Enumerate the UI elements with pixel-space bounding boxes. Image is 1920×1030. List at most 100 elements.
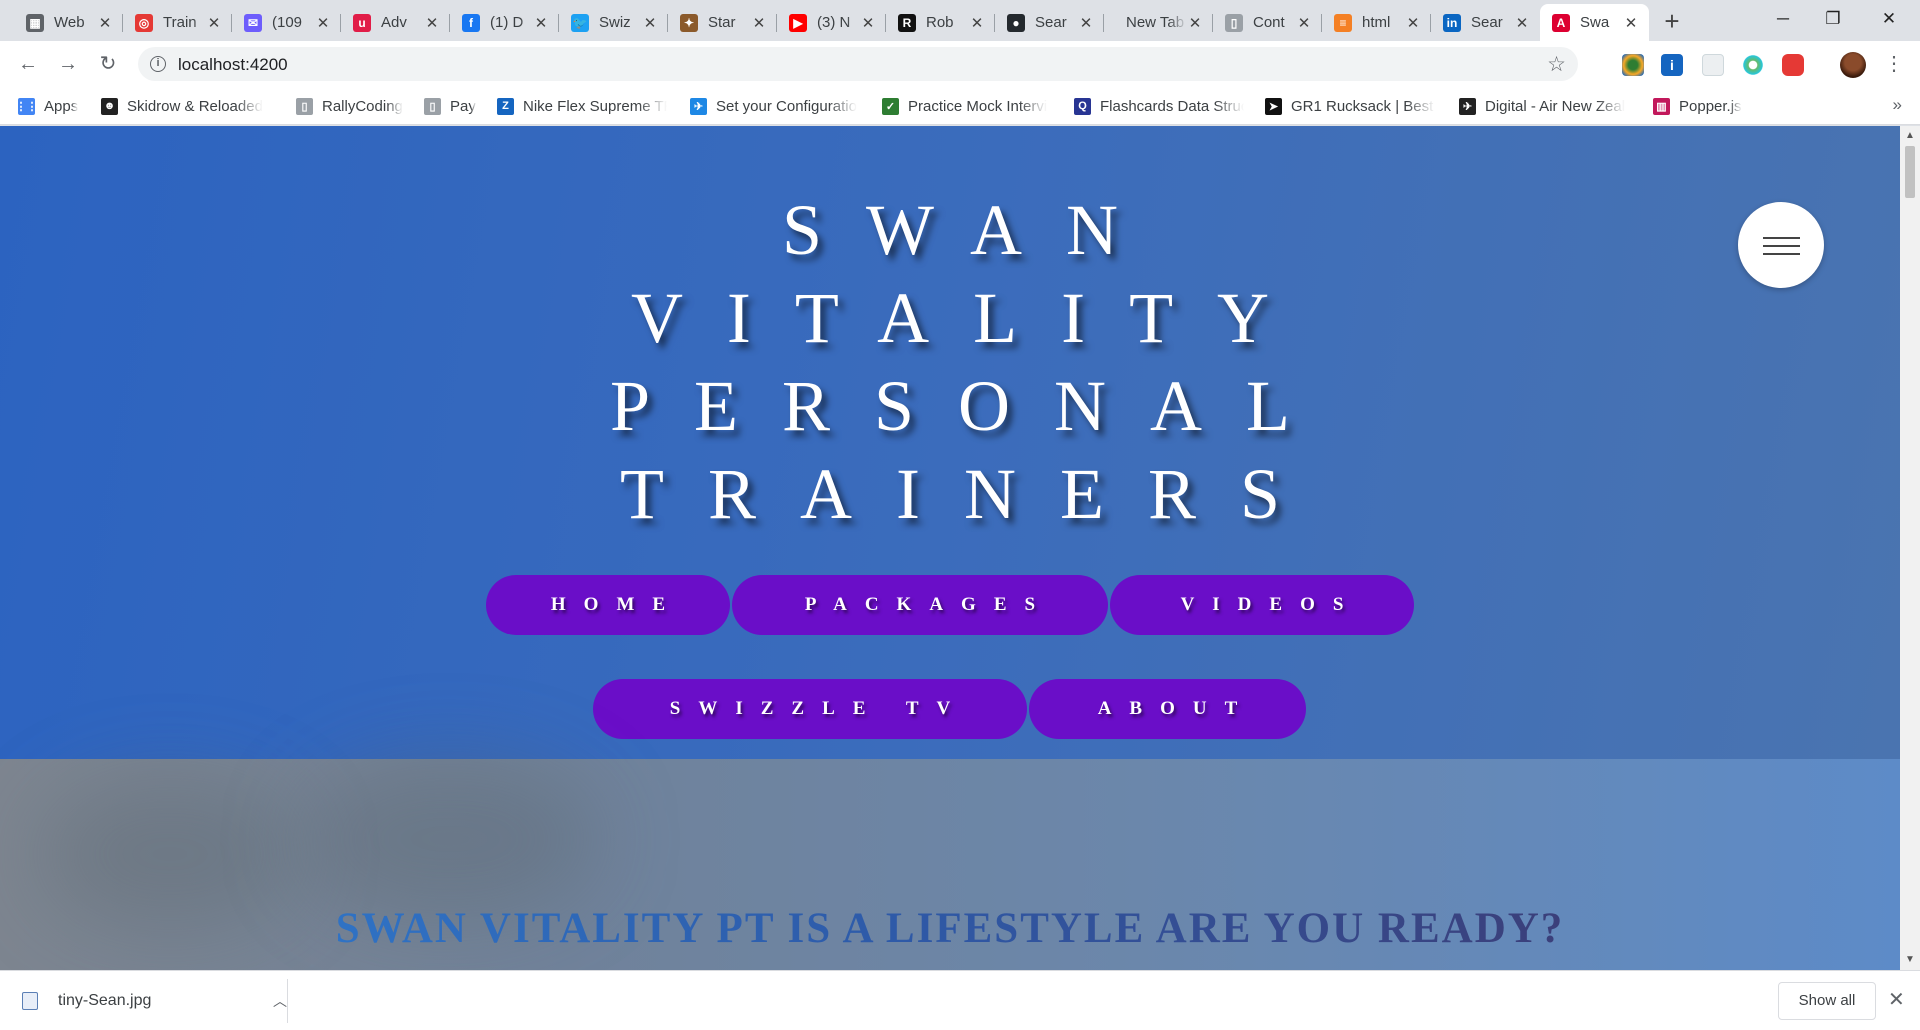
tab-close-icon[interactable]: ✕ <box>1405 14 1421 32</box>
bookmark-item[interactable]: ▯ RallyCoding <box>296 95 403 117</box>
tab-close-icon[interactable]: ✕ <box>1187 14 1203 32</box>
browser-tab[interactable]: ▦ Web ✕ <box>14 4 123 41</box>
bookmark-item[interactable]: ✈ Digital - Air New Zeal <box>1459 95 1625 117</box>
site-title-line: VITALITY <box>630 278 1314 358</box>
hamburger-line-icon <box>1763 237 1800 239</box>
bookmark-item[interactable]: ▯ Pay <box>424 95 476 117</box>
browser-tab[interactable]: R Rob ✕ <box>886 4 995 41</box>
forward-button[interactable]: → <box>52 48 84 80</box>
minimize-button[interactable]: ─ <box>1760 0 1806 38</box>
tab-close-icon[interactable]: ✕ <box>97 14 113 32</box>
tab-close-icon[interactable]: ✕ <box>424 14 440 32</box>
site-info-icon[interactable]: i <box>150 56 166 72</box>
extension-red-icon[interactable] <box>1782 54 1804 76</box>
profile-avatar[interactable] <box>1840 52 1866 78</box>
browser-menu-icon[interactable]: ⋮ <box>1884 51 1904 77</box>
tab-title: (3) N <box>817 14 851 31</box>
bookmark-item[interactable]: ✓ Practice Mock Intervi <box>882 95 1047 117</box>
tab-title: Rob <box>926 14 954 31</box>
tab-close-icon[interactable]: ✕ <box>969 14 985 32</box>
extension-globe-icon[interactable] <box>1622 54 1644 76</box>
bookmark-favicon-icon: ▥ <box>1653 97 1670 115</box>
nav-swizzle-tv-button[interactable]: SWIZZLE TV <box>593 679 1027 739</box>
scroll-down-icon[interactable]: ▼ <box>1905 954 1915 965</box>
tab-favicon-icon: 🐦 <box>571 13 589 32</box>
tab-favicon-icon: R <box>898 13 916 32</box>
bookmark-star-icon[interactable]: ☆ <box>1547 52 1566 77</box>
bookmark-item[interactable]: ☻ Skidrow & Reloaded <box>101 95 263 117</box>
tab-close-icon[interactable]: ✕ <box>860 14 876 32</box>
browser-tab[interactable]: f (1) D ✕ <box>450 4 559 41</box>
download-bar: tiny-Sean.jpg ︿ Show all ✕ <box>0 970 1920 1030</box>
bookmark-item[interactable]: ➤ GR1 Rucksack | Best C <box>1265 95 1435 117</box>
close-icon[interactable]: ✕ <box>1888 987 1905 1012</box>
tab-title: Star <box>708 14 736 31</box>
maximize-button[interactable]: ❐ <box>1810 0 1856 38</box>
show-all-button[interactable]: Show all <box>1778 982 1876 1020</box>
tab-title: Web <box>54 14 85 31</box>
tab-close-icon[interactable]: ✕ <box>1078 14 1094 32</box>
tab-close-icon[interactable]: ✕ <box>315 14 331 32</box>
browser-tab[interactable]: ◎ Train ✕ <box>123 4 232 41</box>
browser-tab[interactable]: ✦ Star ✕ <box>668 4 777 41</box>
bookmark-favicon-icon: Q <box>1074 97 1091 115</box>
nav-about-button[interactable]: ABOUT <box>1029 679 1306 739</box>
new-tab-button[interactable]: + <box>1656 6 1688 38</box>
bookmark-item[interactable]: ⋮⋮ Apps <box>16 95 79 117</box>
tab-close-icon[interactable]: ✕ <box>1514 14 1530 32</box>
browser-tab[interactable]: ✉ (109 ✕ <box>232 4 341 41</box>
more-bookmarks-icon[interactable]: » <box>1893 95 1902 115</box>
bookmark-item[interactable]: Q Flashcards Data Struc <box>1074 95 1244 117</box>
hamburger-menu-button[interactable] <box>1738 202 1824 288</box>
reload-button[interactable]: ↻ <box>92 48 124 80</box>
bookmark-item[interactable]: Z Nike Flex Supreme TR <box>497 95 667 117</box>
bookmark-favicon-icon: ▯ <box>424 97 441 115</box>
bookmark-label: Set your Configuratio <box>716 97 857 115</box>
address-bar[interactable]: i localhost:4200 ☆ <box>138 47 1578 81</box>
browser-tab[interactable]: ≡ html ✕ <box>1322 4 1431 41</box>
bookmark-favicon-icon: ✈ <box>1459 97 1476 115</box>
scrollbar-thumb[interactable] <box>1905 146 1915 198</box>
bookmark-label: GR1 Rucksack | Best C <box>1291 97 1435 115</box>
bookmark-item[interactable]: ▥ Popper.js <box>1653 95 1742 117</box>
nav-home-button[interactable]: HOME <box>486 575 730 635</box>
bookmark-label: Practice Mock Intervi <box>908 97 1048 115</box>
bookmark-label: Apps <box>44 97 79 115</box>
tab-title: Cont <box>1253 14 1285 31</box>
nav-videos-button[interactable]: VIDEOS <box>1110 575 1414 635</box>
browser-tab[interactable]: ▶ (3) N ✕ <box>777 4 886 41</box>
tab-favicon-icon: ▶ <box>789 13 807 32</box>
browser-tab[interactable]: New Tab ✕ <box>1104 4 1213 41</box>
browser-tab[interactable]: 🐦 Swiz ✕ <box>559 4 668 41</box>
tab-close-icon[interactable]: ✕ <box>751 14 767 32</box>
tab-favicon-icon: u <box>353 13 371 32</box>
extension-target-icon[interactable] <box>1742 54 1764 76</box>
site-title: SWAN VITALITY PERSONAL TRAINERS <box>0 186 1900 538</box>
back-button[interactable]: ← <box>12 48 44 80</box>
tab-close-icon[interactable]: ✕ <box>642 14 658 32</box>
tab-title: Swa <box>1580 14 1610 31</box>
tab-close-icon[interactable]: ✕ <box>533 14 549 32</box>
tab-title: (109 <box>272 14 303 31</box>
browser-tab[interactable]: A Swa ✕ <box>1540 4 1649 41</box>
tab-close-icon[interactable]: ✕ <box>1296 14 1312 32</box>
bookmarks-bar: » ⋮⋮ Apps ☻ Skidrow & Reloaded ▯ RallyCoding ▯… <box>0 87 1920 125</box>
browser-tab[interactable]: ● Sear ✕ <box>995 4 1104 41</box>
browser-tab[interactable]: u Adv ✕ <box>341 4 450 41</box>
tab-close-icon[interactable]: ✕ <box>1623 14 1639 32</box>
download-file-name: tiny-Sean.jpg <box>58 992 152 1009</box>
extension-info-icon[interactable]: i <box>1661 54 1683 76</box>
scroll-up-icon[interactable]: ▲ <box>1905 130 1915 141</box>
nav-packages-button[interactable]: PACKAGES <box>732 575 1108 635</box>
bookmark-item[interactable]: ✈ Set your Configuratio <box>690 95 857 117</box>
browser-tab[interactable]: in Sear ✕ <box>1431 4 1540 41</box>
tab-title: Sear <box>1035 14 1067 31</box>
download-item[interactable]: tiny-Sean.jpg ︿ <box>22 983 287 1019</box>
extension-blank-icon[interactable] <box>1702 54 1724 76</box>
chevron-up-icon[interactable]: ︿ <box>273 991 287 1011</box>
page-scrollbar[interactable]: ▲ ▼ <box>1900 126 1920 970</box>
tab-close-icon[interactable]: ✕ <box>206 14 222 32</box>
close-window-button[interactable]: ✕ <box>1866 0 1912 38</box>
browser-tab[interactable]: ▯ Cont ✕ <box>1213 4 1322 41</box>
tab-favicon-icon: f <box>462 13 480 32</box>
